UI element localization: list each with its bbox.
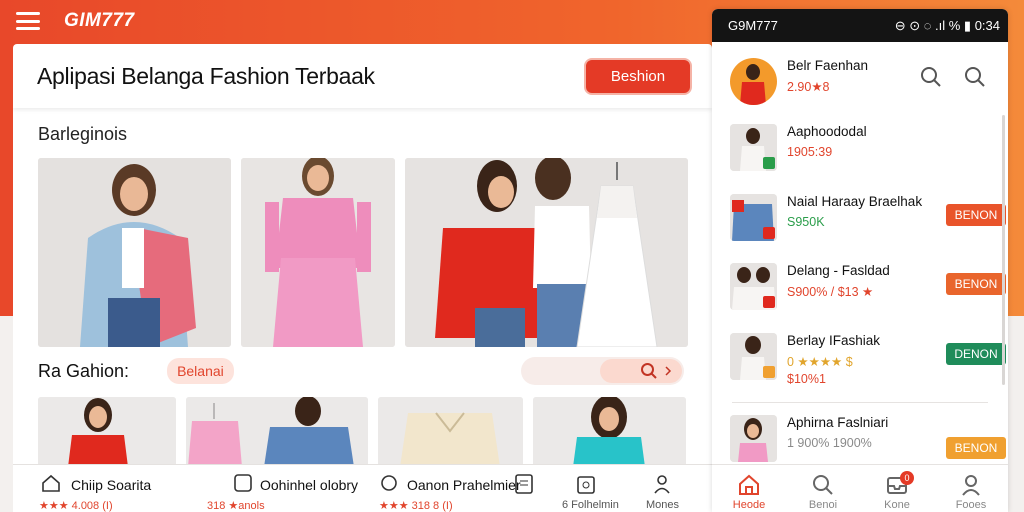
bottom-item-rating: 6 Folhelmin [562,499,619,511]
user-icon [654,475,670,494]
scrollbar[interactable] [1002,115,1005,385]
nav-profile[interactable]: Fooes [934,465,1008,512]
header-action-button[interactable]: Beshion [584,57,692,95]
nav-home[interactable]: Heode [712,465,786,512]
item-price: 1905:39 [787,145,833,159]
item-name: Belr Faenhan [787,58,869,73]
featured-gallery [38,158,712,347]
bottom-item-oohinhel[interactable]: Oohinhel olobry 318 ★anols [203,465,358,512]
chevron-icon [665,366,672,376]
item-price: 1 900% 1900% [787,436,872,450]
product-thumbnail [730,333,777,380]
featured-photo-pink-jumpsuit[interactable] [241,158,395,347]
bottom-item-folhelmin[interactable]: 6 Folhelmin [562,465,630,512]
bottom-item-chip-soarita[interactable]: Chiip Soarita ★★★ 4.008 (I) [13,465,203,512]
status-indicators: ⊖ ⊙ ◌ .ıl % ▮ 0:34 [894,17,1000,33]
featured-photo-denim-vest[interactable] [38,158,231,347]
fashion-filter-row: Ra Gahion: Belanai [38,357,712,385]
product-thumbnail [730,58,777,105]
bottom-item-list[interactable] [508,465,566,512]
nav-label: Fooes [955,499,987,511]
bottom-item-rating: ★★★ 4.008 (I) [39,500,113,512]
menu-icon[interactable] [16,12,40,30]
item-name: Aphirna Faslniari [787,415,889,430]
nav-label: Kone [884,499,910,511]
search-icon [381,475,397,491]
page-header: Aplipasi Belanga Fashion Terbaak Beshion [13,44,712,108]
list-item[interactable]: Delang - Fasldad S900% / $13 ★ BENON [730,263,1006,310]
search-button[interactable] [600,359,682,383]
item-buy-button[interactable]: BENON [946,204,1006,226]
bag-icon [577,476,595,494]
divider [732,402,988,403]
home-icon [42,474,60,492]
list-icon [515,474,533,494]
item-rating: 0 ★★★★ $ [787,355,853,369]
square-icon [234,474,252,492]
fashion-section-title: Ra Gahion: [38,360,130,381]
search-icon [641,363,657,379]
item-price: S900% / $13 ★ [787,285,874,299]
page-title: Aplipasi Belanga Fashion Terbaak [37,62,375,89]
item-buy-button[interactable]: BENON [946,273,1006,295]
item-name: Berlay IFashiak [787,333,881,348]
item-price: 2.90★8 [787,80,830,94]
product-thumbnail [730,263,777,310]
category-chip[interactable]: Belanai [167,358,234,384]
product-card-red-top[interactable] [38,397,176,467]
search-icon[interactable] [964,66,986,88]
bottom-item-rating: Mones [646,499,680,511]
phone-bottom-nav: Heode Benoi Kone Fooes 0 [712,464,1008,512]
product-card-pink-denim[interactable] [186,397,368,467]
top-bar: GIM777 [0,0,712,42]
bottom-item-oanon[interactable]: Oanon Prahelmier ★★★ 318 8 (I) [353,465,521,512]
product-card-teal-top[interactable] [533,397,686,467]
nav-label: Benoi [808,499,838,511]
product-card-cream-top[interactable] [378,397,523,467]
notification-badge: 0 [900,471,914,485]
gallery-section-title: Barleginois [38,124,128,144]
bottom-item-rating: 318 ★anols [207,500,265,512]
item-buy-button[interactable]: DENON [946,343,1006,365]
nav-label: Heode [732,499,766,511]
bottom-bar: Chiip Soarita ★★★ 4.008 (I) Oohinhel olo… [13,464,712,512]
item-price: $10%1 [787,372,826,386]
featured-photo-group[interactable] [405,158,688,347]
nav-inbox[interactable]: Kone [860,465,934,512]
product-thumbnail [730,415,777,462]
search-icon[interactable] [920,66,942,88]
nav-search[interactable]: Benoi [786,465,860,512]
app-logo[interactable]: GIM777 [64,10,135,32]
list-item[interactable]: Aaphoododal 1905:39 [730,124,1000,171]
phone-preview: G9M777 ⊖ ⊙ ◌ .ıl % ▮ 0:34 Belr Faenhan 2… [712,9,1008,512]
item-name: Aaphoododal [787,124,867,139]
list-item[interactable]: Berlay IFashiak 0 ★★★★ $ $10%1 DENON [730,333,1006,386]
status-bar: G9M777 ⊖ ⊙ ◌ .ıl % ▮ 0:34 [712,9,1008,42]
product-thumbnail [730,194,777,241]
bottom-item-label: Oohinhel olobry [260,477,359,493]
item-price: S950K [787,215,825,229]
bottom-item-label: Chiip Soarita [71,477,152,493]
status-app-name: G9M777 [728,18,778,33]
list-item[interactable]: Belr Faenhan 2.90★8 [730,58,1000,105]
bottom-item-mones[interactable]: Mones [630,465,700,512]
bottom-item-label: Oanon Prahelmier [407,477,521,493]
main-content: Aplipasi Belanga Fashion Terbaak Beshion… [13,44,712,512]
bottom-item-rating: ★★★ 318 8 (I) [379,500,453,512]
search-input[interactable] [521,357,684,385]
list-item[interactable]: Aphirna Faslniari 1 900% 1900% BENON [730,415,1006,462]
user-icon [962,475,980,496]
product-thumbnail [730,124,777,171]
list-item[interactable]: Naial Haraay Braelhak S950K BENON [730,194,1006,241]
home-icon [739,474,759,495]
product-row [38,397,712,467]
item-name: Delang - Fasldad [787,263,890,278]
search-icon [813,475,833,495]
item-buy-button[interactable]: BENON [946,437,1006,459]
item-name: Naial Haraay Braelhak [787,194,923,209]
